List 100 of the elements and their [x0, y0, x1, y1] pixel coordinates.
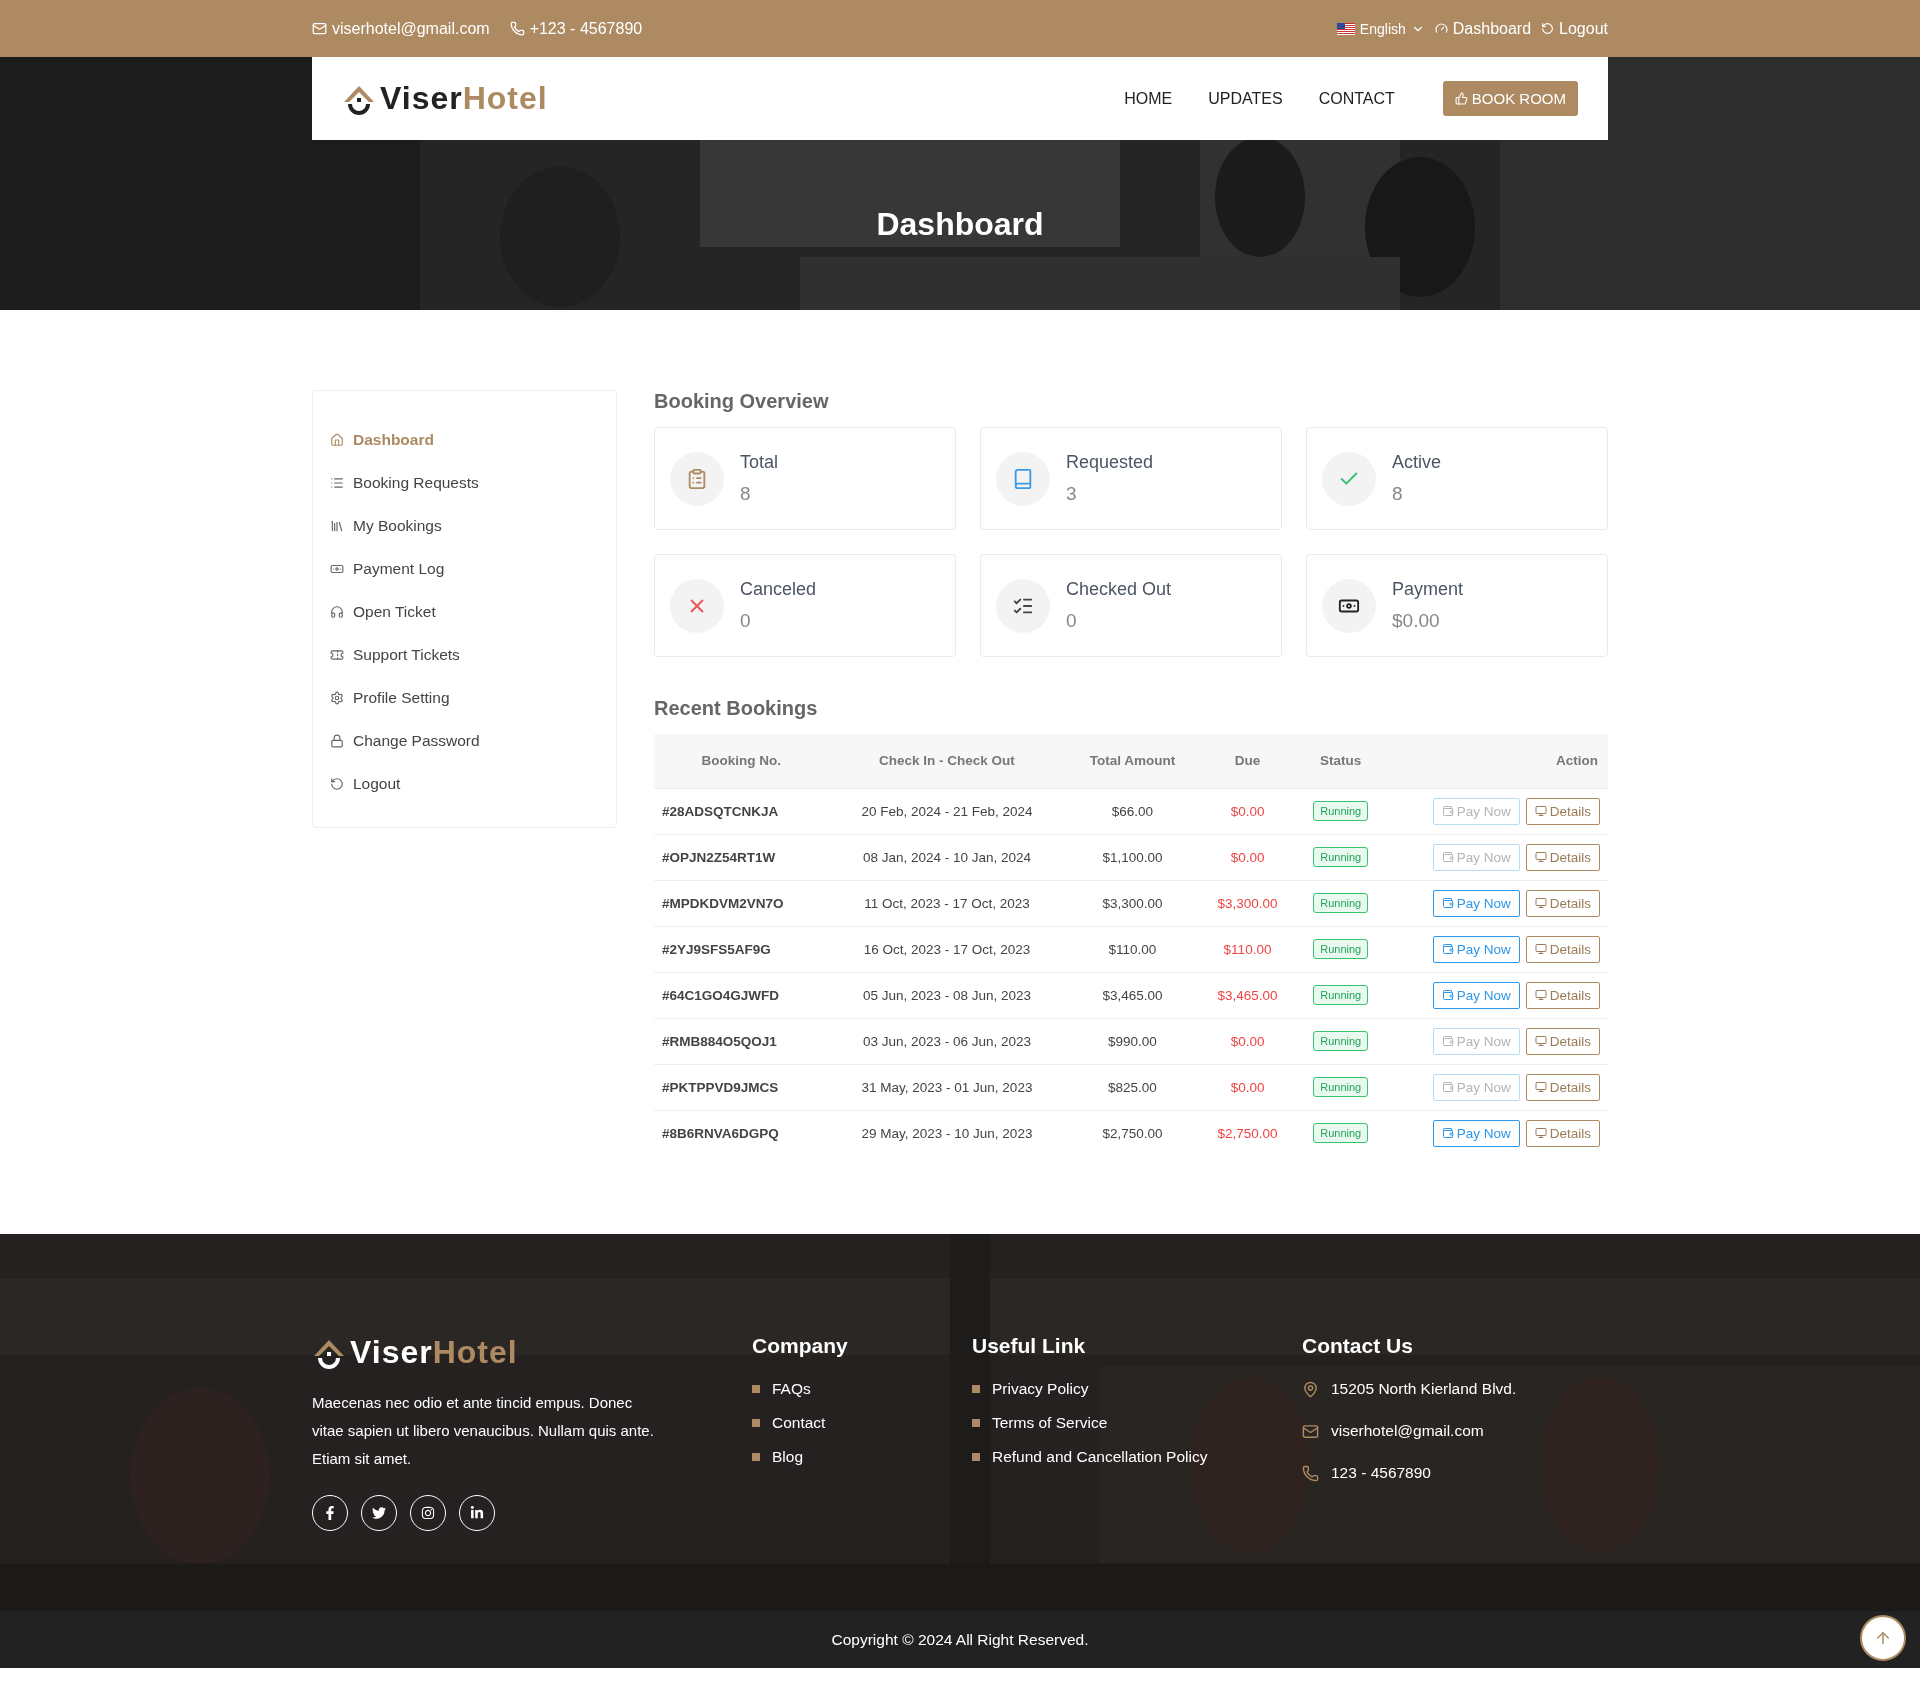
wallet-icon: [1441, 1081, 1454, 1093]
dashboard-link[interactable]: Dashboard: [1434, 19, 1532, 38]
phone-link[interactable]: 123 - 4567890: [1331, 1464, 1431, 1482]
bullet-icon: [752, 1385, 760, 1393]
logout-icon: [330, 776, 344, 791]
column-header: Check In - Check Out: [828, 734, 1066, 788]
stat-value: $0.00: [1392, 610, 1441, 632]
column-header: Due: [1199, 734, 1296, 788]
mail-icon: [312, 21, 327, 36]
nav-link[interactable]: UPDATES: [1208, 89, 1283, 108]
gauge-icon: [1434, 22, 1448, 35]
stat-label: Checked Out: [1066, 579, 1172, 600]
logo-text[interactable]: ViserHotel: [350, 1334, 518, 1371]
details-button[interactable]: Details: [1525, 935, 1600, 963]
bullet-icon: [972, 1385, 980, 1393]
sidebar-item[interactable]: Payment Log: [330, 547, 599, 590]
sidebar-item[interactable]: Open Ticket: [330, 590, 599, 633]
sidebar-item[interactable]: Logout: [330, 762, 599, 805]
monitor-icon: [1534, 1035, 1547, 1047]
column-header: Total Amount: [1065, 734, 1200, 788]
stat-value: 0: [1066, 610, 1078, 632]
footer-link[interactable]: Terms of Service: [992, 1414, 1108, 1432]
wallet-icon: [1441, 1035, 1454, 1047]
monitor-icon: [1534, 989, 1547, 1001]
monitor-icon: [1534, 1127, 1547, 1140]
footer-heading: Useful Link: [972, 1334, 1087, 1358]
details-button[interactable]: Details: [1525, 1073, 1600, 1101]
status-badge: Running: [1313, 1077, 1369, 1097]
mail-icon: [1302, 1422, 1319, 1440]
status-badge: Running: [1313, 847, 1369, 867]
logo-text[interactable]: ViserHotel: [380, 80, 548, 117]
flag-icon: [1336, 22, 1355, 35]
table-cell: $0.00: [1199, 1018, 1296, 1064]
address-text: 15205 North Kierland Blvd.: [1331, 1380, 1517, 1398]
sidebar-item[interactable]: Profile Setting: [330, 676, 599, 719]
pay-now-button[interactable]: Pay Now: [1432, 889, 1520, 917]
email-link[interactable]: viserhotel@gmail.com: [1331, 1422, 1484, 1440]
pay-now-button[interactable]: Pay Now: [1432, 935, 1520, 963]
footer-link[interactable]: Privacy Policy: [992, 1380, 1089, 1398]
table-cell: #OPJN2Z54RT1W: [654, 834, 829, 880]
pay-now-button[interactable]: Pay Now: [1432, 981, 1520, 1009]
table-cell: #RMB884O5QOJ1: [654, 1018, 829, 1064]
stat-label: Active: [1392, 452, 1442, 473]
stat-value: 0: [740, 610, 752, 632]
wallet-icon: [1441, 989, 1454, 1001]
phone-icon: [1302, 1464, 1319, 1482]
table-cell: $3,465.00: [1199, 972, 1296, 1018]
footer-link[interactable]: Refund and Cancellation Policy: [992, 1448, 1208, 1466]
map-pin-icon: [1302, 1380, 1319, 1398]
table-cell: 16 Oct, 2023 - 17 Oct, 2023: [828, 926, 1066, 972]
table-cell: $2,750.00: [1199, 1110, 1296, 1156]
footer-link[interactable]: Blog: [772, 1448, 804, 1466]
headphones-icon: [330, 604, 344, 619]
logout-link[interactable]: Logout: [1541, 19, 1608, 38]
email-link[interactable]: viserhotel@gmail.com: [312, 19, 490, 38]
language-select[interactable]: English: [1336, 20, 1425, 37]
status-badge: Running: [1313, 1031, 1369, 1051]
monitor-icon: [1534, 805, 1547, 817]
table-cell: 29 May, 2023 - 10 Jun, 2023: [828, 1110, 1066, 1156]
table-cell: #8B6RNVA6DGPQ: [654, 1110, 829, 1156]
page-title: Dashboard: [875, 206, 1045, 243]
pay-now-button[interactable]: Pay Now: [1432, 1119, 1520, 1147]
details-button[interactable]: Details: [1525, 1027, 1600, 1055]
scroll-to-top-button[interactable]: [1860, 1615, 1906, 1661]
bullet-icon: [752, 1419, 760, 1427]
table-cell: 11 Oct, 2023 - 17 Oct, 2023: [828, 880, 1066, 926]
column-header: Status: [1295, 734, 1386, 788]
phone-link[interactable]: +123 - 4567890: [509, 19, 643, 38]
monitor-icon: [1534, 1081, 1547, 1093]
details-button[interactable]: Details: [1525, 981, 1600, 1009]
table-cell: #MPDKDVM2VN7O: [654, 880, 829, 926]
home-icon: [330, 432, 344, 447]
bullet-icon: [972, 1419, 980, 1427]
status-badge: Running: [1313, 893, 1369, 913]
wallet-icon: [1441, 851, 1454, 863]
stat-label: Requested: [1066, 452, 1154, 473]
table-cell: $3,300.00: [1065, 880, 1200, 926]
monitor-icon: [1534, 943, 1547, 955]
footer-heading: Contact Us: [1302, 1334, 1414, 1358]
footer-link[interactable]: Contact: [772, 1414, 826, 1432]
table-cell: $990.00: [1065, 1018, 1200, 1064]
book-room-button[interactable]: BOOK ROOM: [1442, 81, 1578, 116]
sidebar-item[interactable]: Booking Requests: [330, 461, 599, 504]
footer-link[interactable]: FAQs: [772, 1380, 811, 1398]
sidebar-item[interactable]: Change Password: [330, 719, 599, 762]
stat-value: 3: [1066, 483, 1078, 505]
nav-link[interactable]: HOME: [1124, 89, 1173, 108]
details-button[interactable]: Details: [1525, 889, 1600, 917]
details-button[interactable]: Details: [1525, 797, 1600, 825]
details-button[interactable]: Details: [1525, 843, 1600, 871]
details-button[interactable]: Details: [1525, 1119, 1600, 1147]
sidebar-item[interactable]: Dashboard: [330, 418, 599, 461]
nav-link[interactable]: CONTACT: [1318, 89, 1395, 108]
sidebar-item[interactable]: My Bookings: [330, 504, 599, 547]
status-badge: Running: [1313, 801, 1369, 821]
table-cell: $1,100.00: [1065, 834, 1200, 880]
table-cell: 20 Feb, 2024 - 21 Feb, 2024: [828, 788, 1066, 834]
sidebar-item[interactable]: Support Tickets: [330, 633, 599, 676]
stat-value: 8: [740, 483, 752, 505]
table-cell: $110.00: [1065, 926, 1200, 972]
